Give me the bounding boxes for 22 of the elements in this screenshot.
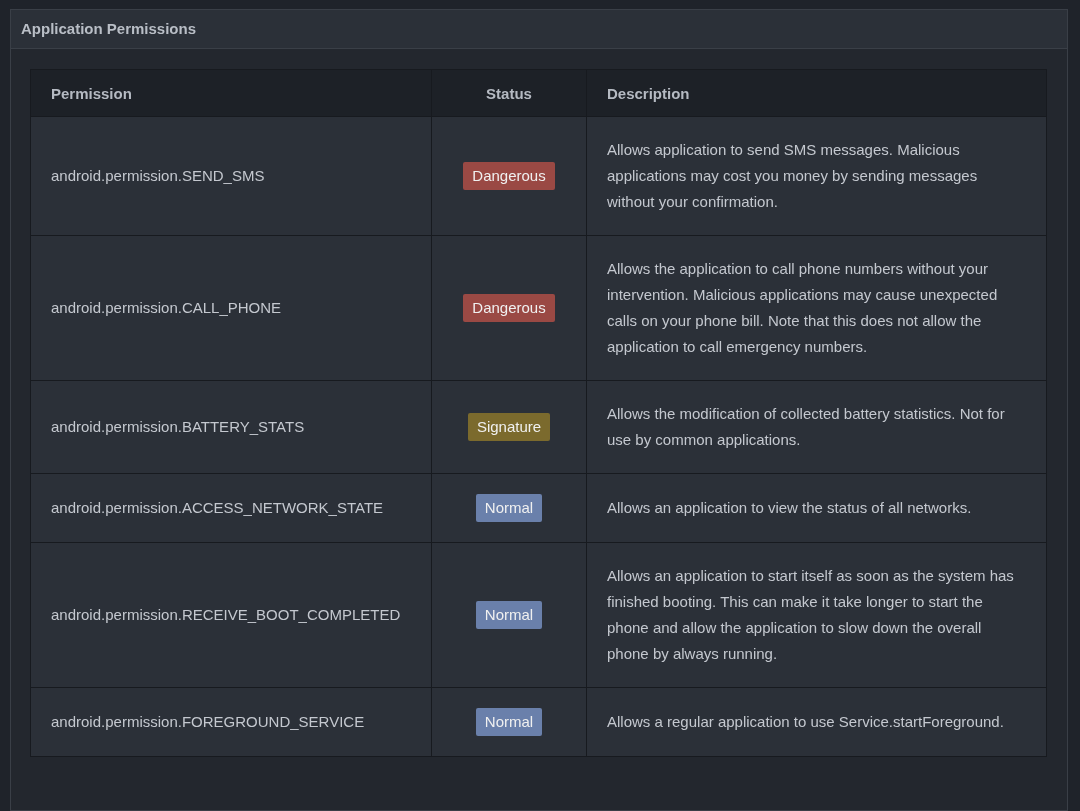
status-badge: Signature	[467, 413, 551, 441]
status-badge: Normal	[475, 494, 543, 522]
panel-title: Application Permissions	[21, 20, 197, 37]
status-badge: Dangerous	[463, 162, 555, 190]
permission-cell: android.permission.CALL_PHONE	[30, 235, 432, 381]
permission-cell: android.permission.RECEIVE_BOOT_COMPLETED	[30, 542, 432, 688]
column-header: Status	[431, 69, 587, 117]
description-cell: Allows an application to start itself as soon as the system has finished booting. This can make it take longer to start the phone and allow the application to slow down the overall phone by always running.	[586, 542, 1047, 688]
column-header: Permission	[30, 69, 432, 117]
description-cell: Allows a regular application to use Service.startForeground.	[586, 687, 1047, 757]
permission-cell: android.permission.SEND_SMS	[30, 116, 432, 236]
permission-cell: android.permission.BATTERY_STATS	[30, 380, 432, 474]
column-header: Description	[586, 69, 1047, 117]
status-badge: Normal	[475, 708, 543, 736]
permission-cell: android.permission.FOREGROUND_SERVICE	[30, 687, 432, 757]
status-badge: Normal	[475, 601, 543, 629]
description-cell: Allows the modification of collected battery statistics. Not for use by common applications.	[586, 380, 1047, 474]
description-cell: Allows application to send SMS messages. Malicious applications may cost you money by sending messages without your confirmation.	[586, 116, 1047, 236]
status-badge: Dangerous	[463, 294, 555, 322]
description-cell: Allows an application to view the status of all networks.	[586, 473, 1047, 543]
permission-cell: android.permission.ACCESS_NETWORK_STATE	[30, 473, 432, 543]
description-cell: Allows the application to call phone numbers without your intervention. Malicious applications may cause unexpected calls on your phone bill. Note that this does not allow the application to call emergency numbers.	[586, 235, 1047, 381]
